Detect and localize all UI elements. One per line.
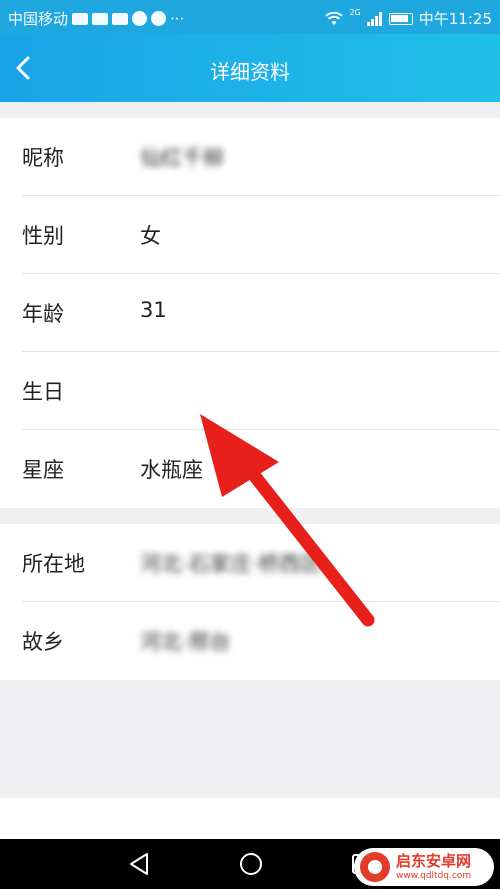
location-info-section: 所在地 河北·石家庄·桥西区 故乡 河北·邢台 bbox=[0, 524, 500, 680]
basic-info-section: 昵称 仙红千柳 性别 女 年龄 31 生日 星座 水瓶座 bbox=[0, 118, 500, 508]
battery-icon bbox=[388, 12, 413, 25]
wifi-icon bbox=[325, 11, 344, 25]
list-item-gender: 性别 女 bbox=[0, 196, 500, 274]
signal-icon bbox=[366, 11, 382, 26]
card-notification-icon bbox=[112, 12, 129, 25]
app-header: 详细资料 bbox=[0, 34, 500, 102]
photo-notification-icon bbox=[92, 12, 109, 25]
location-value: 河北·石家庄·桥西区 bbox=[140, 552, 322, 576]
list-item-constellation: 星座 水瓶座 bbox=[0, 430, 500, 508]
hometown-value: 河北·邢台 bbox=[140, 630, 231, 654]
browser-notification-icon bbox=[132, 11, 148, 26]
constellation-value: 水瓶座 bbox=[140, 458, 203, 482]
status-bar: 中国移动 ··· 2G 中午11:25 bbox=[0, 0, 500, 34]
nickname-label: 昵称 bbox=[22, 146, 64, 170]
constellation-label: 星座 bbox=[22, 458, 64, 482]
list-item-birthday[interactable]: 生日 bbox=[0, 352, 500, 430]
more-notifications: ··· bbox=[170, 9, 185, 28]
birthday-label: 生日 bbox=[22, 380, 64, 404]
gender-label: 性别 bbox=[22, 224, 64, 248]
nav-home-icon[interactable] bbox=[238, 851, 264, 877]
list-item-hometown: 故乡 河北·邢台 bbox=[0, 602, 500, 680]
nav-back-icon[interactable] bbox=[128, 851, 150, 877]
location-label: 所在地 bbox=[22, 552, 85, 576]
page-title: 详细资料 bbox=[210, 60, 290, 84]
status-left: 中国移动 ··· bbox=[8, 8, 184, 29]
network-type-label: 2G bbox=[349, 8, 361, 17]
hometown-label: 故乡 bbox=[22, 630, 64, 654]
age-value: 31 bbox=[140, 298, 167, 322]
bottom-strip bbox=[0, 798, 500, 839]
watermark-logo-icon bbox=[360, 852, 390, 882]
site-watermark: 启东安卓网 www.qdltdq.com bbox=[354, 848, 494, 886]
carrier-name: 中国移动 bbox=[8, 10, 69, 28]
clock: 中午11:25 bbox=[418, 10, 492, 28]
list-item-location: 所在地 河北·石家庄·桥西区 bbox=[0, 524, 500, 602]
gender-value: 女 bbox=[140, 224, 161, 248]
watermark-name: 启东安卓网 bbox=[396, 851, 472, 870]
watermark-text: 启东安卓网 www.qdltdq.com bbox=[396, 851, 472, 881]
list-item-nickname: 昵称 仙红千柳 bbox=[0, 118, 500, 196]
app-notification-icon bbox=[151, 11, 167, 26]
pulse-notification-icon bbox=[72, 12, 89, 25]
age-label: 年龄 bbox=[22, 302, 64, 326]
list-item-age: 年龄 31 bbox=[0, 274, 500, 352]
watermark-url: www.qdltdq.com bbox=[396, 870, 472, 881]
status-right: 2G 中午11:25 bbox=[325, 8, 492, 29]
nickname-value: 仙红千柳 bbox=[140, 146, 224, 170]
